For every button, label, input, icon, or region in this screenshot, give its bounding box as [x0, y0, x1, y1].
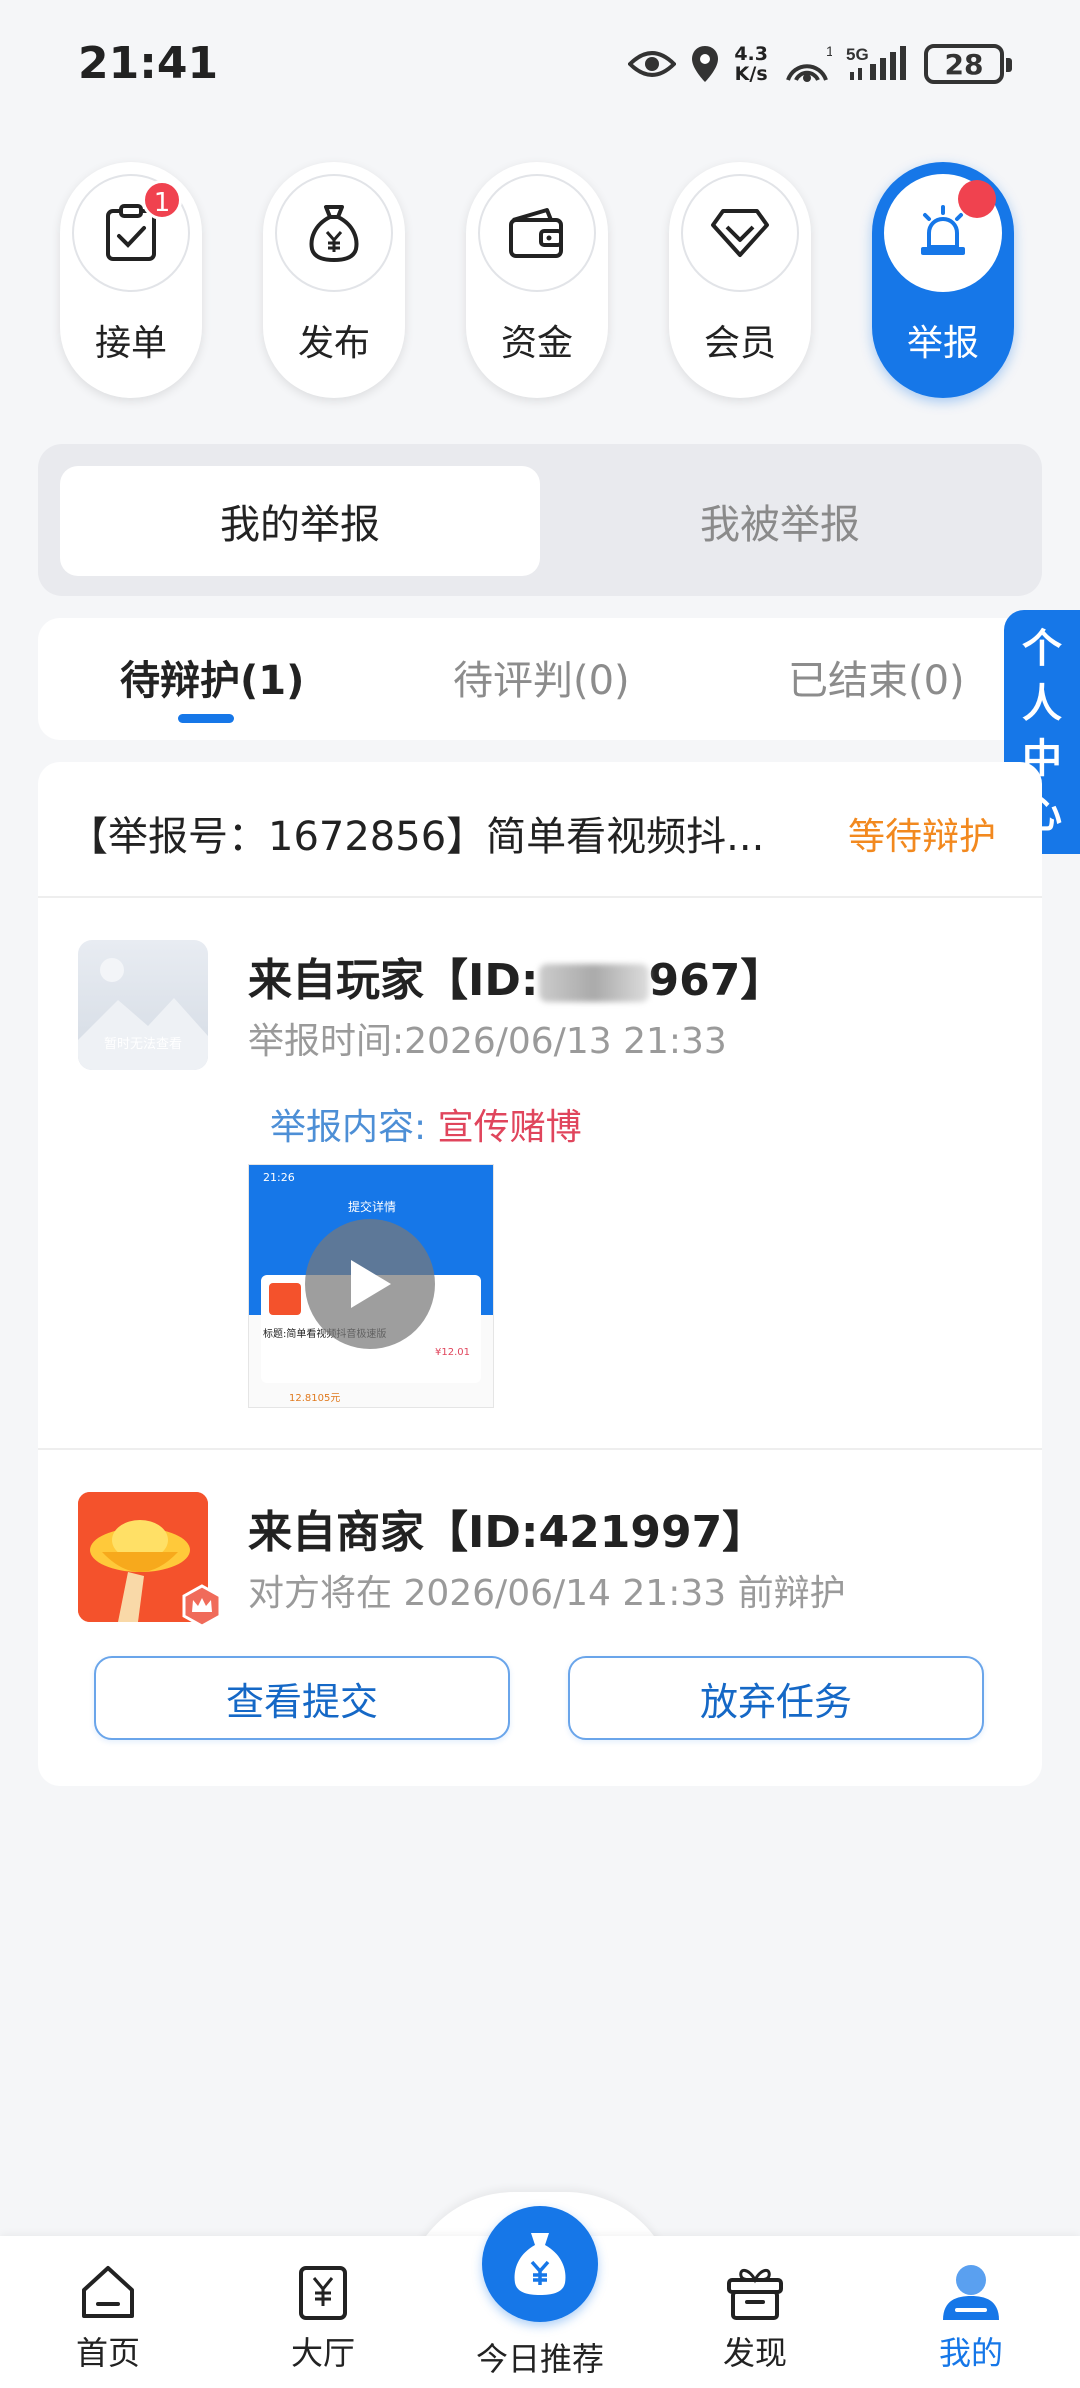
status-bar: 21:41 4.3 K/s 1 5G 28 — [0, 0, 1080, 130]
tab-finished[interactable]: 已结束(0) — [788, 648, 965, 706]
tab-reported-against-me[interactable]: 我被举报 — [540, 466, 1020, 576]
nav-discover[interactable]: 发现 — [680, 2262, 830, 2374]
location-icon — [692, 46, 719, 82]
svg-text:¥12.01: ¥12.01 — [435, 1347, 470, 1358]
report-type-tabs: 我的举报 我被举报 — [38, 444, 1042, 596]
hall-icon — [299, 2266, 347, 2320]
defense-deadline: 对方将在 2026/06/14 21:33 前辩护 — [248, 1573, 846, 1614]
net-speed: 4.3 K/s — [734, 43, 768, 85]
quick-item-accept-order[interactable]: 1 接单 — [60, 162, 202, 398]
nav-today-recommend-label: 今日推荐 — [475, 2340, 604, 2378]
user-icon — [943, 2265, 999, 2320]
report-card-header[interactable]: 【举报号：1672856】简单看视频抖... 等待辩护 — [38, 762, 1042, 898]
diamond-icon — [711, 209, 769, 257]
evidence-video-thumbnail[interactable]: 21:26 提交详情 标题:简单看视频抖音极速版 ¥12.01 12.8105元 — [248, 1164, 494, 1408]
report-status: 等待辩护 — [848, 815, 996, 858]
tab-my-reports[interactable]: 我的举报 — [60, 466, 540, 576]
nav-today-recommend-button[interactable] — [482, 2206, 598, 2322]
svg-text:暂时无法查看: 暂时无法查看 — [104, 1036, 182, 1052]
battery-indicator: 28 — [924, 44, 1012, 84]
notification-badge: 1 — [142, 180, 182, 220]
report-content: 举报内容: 宣传赌博 — [270, 1107, 582, 1148]
svg-text:5G: 5G — [846, 45, 869, 64]
report-title: 【举报号：1672856】简单看视频抖... — [68, 814, 765, 860]
merchant-section: 来自商家【ID:421997】 对方将在 2026/06/14 21:33 前辩… — [38, 1452, 1042, 1786]
svg-text:提交详情: 提交详情 — [348, 1199, 396, 1214]
merchant-name: 来自商家【ID:421997】 — [248, 1507, 767, 1558]
svg-text:12.8105元: 12.8105元 — [289, 1393, 340, 1404]
gift-box-icon — [727, 2269, 783, 2320]
quick-menu: 1 接单 发布 资金 会员 举报 — [60, 162, 1020, 398]
status-icons: 4.3 K/s 1 5G 28 — [628, 36, 1012, 92]
report-card: 【举报号：1672856】简单看视频抖... 等待辩护 暂时无法查看 来自玩家【… — [38, 762, 1042, 1786]
redacted-id — [538, 964, 649, 1002]
view-submission-button[interactable]: 查看提交 — [94, 1656, 510, 1740]
nav-home[interactable]: 首页 — [33, 2262, 183, 2374]
money-bag-icon — [309, 205, 359, 263]
play-icon[interactable] — [305, 1219, 435, 1349]
svg-text:1: 1 — [826, 44, 832, 59]
report-time: 举报时间:2026/06/13 21:33 — [248, 1021, 727, 1062]
tab-pending-judgment[interactable]: 待评判(0) — [453, 648, 630, 706]
abandon-task-button[interactable]: 放弃任务 — [568, 1656, 984, 1740]
player-avatar-placeholder: 暂时无法查看 — [78, 940, 208, 1070]
quick-item-funds[interactable]: 资金 — [466, 162, 608, 398]
active-tab-indicator — [178, 714, 234, 723]
player-name: 来自玩家【ID: 967】 — [248, 955, 785, 1006]
wallet-icon — [509, 208, 563, 258]
hotspot-icon: 1 — [786, 44, 832, 82]
quick-item-report[interactable]: 举报 — [872, 162, 1014, 398]
notification-dot — [958, 180, 996, 218]
alarm-light-icon — [921, 205, 965, 255]
nav-mine[interactable]: 我的 — [896, 2262, 1046, 2374]
status-time: 21:41 — [78, 38, 219, 89]
signal-icon: 5G — [846, 45, 906, 80]
nav-hall[interactable]: 大厅 — [248, 2262, 398, 2374]
crown-badge-icon — [182, 1584, 222, 1628]
quick-item-member[interactable]: 会员 — [669, 162, 811, 398]
eye-icon — [628, 51, 677, 77]
report-status-tabs: 待辩护(1) 待评判(0) 已结束(0) — [38, 618, 1042, 740]
svg-text:21:26: 21:26 — [263, 1171, 295, 1184]
player-section: 暂时无法查看 来自玩家【ID: 967】 举报时间:2026/06/13 21:3… — [38, 900, 1042, 1450]
tab-pending-defense[interactable]: 待辩护(1) — [120, 648, 304, 706]
home-icon — [82, 2266, 134, 2318]
quick-item-publish[interactable]: 发布 — [263, 162, 405, 398]
money-bag-icon — [514, 2233, 566, 2295]
